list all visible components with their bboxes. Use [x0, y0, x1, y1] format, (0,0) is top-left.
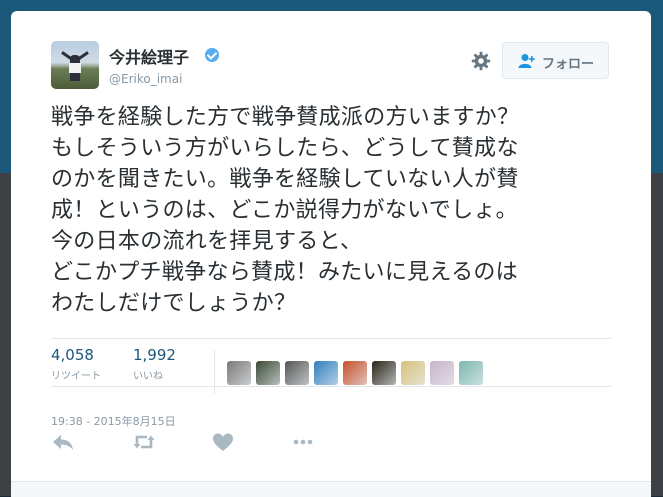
liker-avatar-2[interactable] — [256, 361, 280, 385]
more-icon[interactable] — [291, 432, 315, 452]
liker-avatar-9[interactable] — [459, 361, 483, 385]
reply-area — [11, 481, 651, 497]
follow-button[interactable]: フォロー — [502, 42, 609, 79]
liker-avatar-5[interactable] — [343, 361, 367, 385]
liker-avatar-8[interactable] — [430, 361, 454, 385]
liker-avatar-3[interactable] — [285, 361, 309, 385]
tweet-card: 今井絵理子 @Eriko_imai フォロー 戦争を経験した方で戦争賛成派の方い… — [11, 11, 651, 496]
reply-icon[interactable] — [51, 432, 75, 452]
like-label[interactable]: いいね — [133, 367, 163, 382]
retweet-count[interactable]: 4,058 — [51, 346, 94, 364]
add-user-icon — [518, 54, 535, 68]
gear-icon[interactable] — [471, 51, 491, 71]
liker-avatar-4[interactable] — [314, 361, 338, 385]
retweet-label[interactable]: リツイート — [51, 367, 101, 382]
tweet-text: 戦争を経験した方で戦争賛成派の方いますか？ もしそういう方がいらしたら、どうして… — [51, 105, 520, 316]
liker-avatar-7[interactable] — [401, 361, 425, 385]
stats-separator — [214, 350, 215, 394]
tweet-timestamp[interactable]: 19:38 - 2015年8月15日 — [51, 413, 176, 429]
avatar-figure-shirt — [69, 63, 81, 73]
user-handle[interactable]: @Eriko_imai — [109, 72, 182, 86]
divider — [51, 338, 611, 339]
liker-avatar-1[interactable] — [227, 361, 251, 385]
liker-avatar-6[interactable] — [372, 361, 396, 385]
retweet-icon[interactable] — [132, 432, 156, 452]
display-name[interactable]: 今井絵理子 — [109, 44, 189, 68]
like-icon[interactable] — [211, 432, 235, 452]
like-count[interactable]: 1,992 — [133, 346, 176, 364]
verified-badge-icon — [205, 48, 219, 62]
user-avatar[interactable] — [51, 41, 99, 89]
follow-button-label: フォロー — [542, 57, 595, 72]
divider — [51, 386, 611, 387]
